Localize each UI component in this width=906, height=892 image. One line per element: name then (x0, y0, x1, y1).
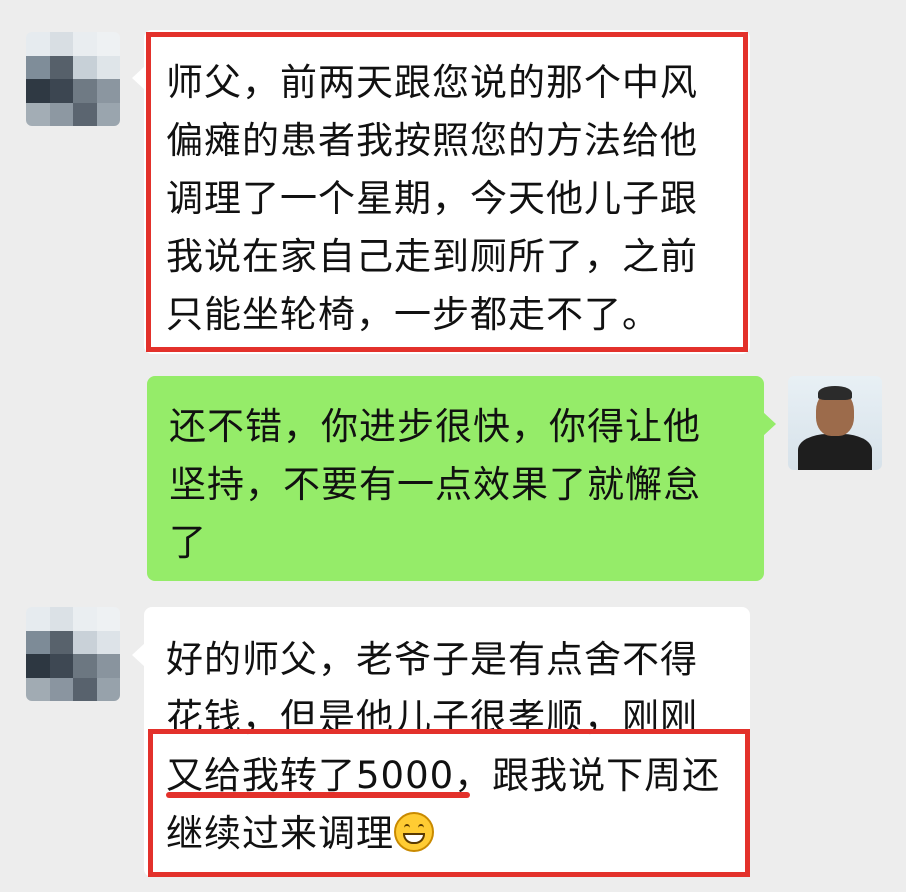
message-line: 只能坐轮椅，一步都走不了。 (166, 293, 660, 336)
shirt-shape (798, 434, 872, 470)
message-line: 继续过来调理 (166, 812, 394, 855)
self-avatar[interactable] (788, 376, 882, 470)
pixelated-avatar-icon (26, 607, 120, 701)
incoming-message-bubble[interactable]: 师父，前两天跟您说的那个中风 偏瘫的患者我按照您的方法给他 调理了一个星期，今天… (132, 30, 750, 354)
pixelated-avatar-icon (26, 32, 120, 126)
message-line-with-emoji: 继续过来调理 (166, 805, 732, 863)
message-line: 偏瘫的患者我按照您的方法给他 (166, 119, 698, 162)
red-underline (166, 792, 470, 798)
message-line: 师父，前两天跟您说的那个中风 (166, 61, 698, 104)
message-line: 还不错，你进步很快，你得让他 (169, 405, 701, 448)
grinning-face-icon (394, 812, 434, 852)
message-line: 了 (169, 521, 207, 564)
incoming-message-bubble[interactable]: 好的师父，老爷子是有点舍不得 花钱，但是他儿子很孝顺，刚刚 又给我转了5000，… (132, 607, 750, 877)
contact-avatar[interactable] (26, 32, 120, 126)
chat-area: 师父，前两天跟您说的那个中风 偏瘫的患者我按照您的方法给他 调理了一个星期，今天… (0, 0, 906, 892)
outgoing-message-bubble[interactable]: 还不错，你进步很快，你得让他 坚持，不要有一点效果了就懈怠 了 (147, 376, 776, 581)
man-portrait-icon (788, 376, 882, 470)
message-line: 坚持，不要有一点效果了就懈怠 (169, 463, 701, 506)
message-line: 我说在家自己走到厕所了，之前 (166, 235, 698, 278)
message-line: 好的师父，老爷子是有点舍不得 (166, 638, 698, 681)
message-line: 调理了一个星期，今天他儿子跟 (166, 177, 698, 220)
message-line: 花钱，但是他儿子很孝顺，刚刚 (166, 696, 698, 739)
hair-shape (818, 386, 852, 400)
contact-avatar[interactable] (26, 607, 120, 701)
